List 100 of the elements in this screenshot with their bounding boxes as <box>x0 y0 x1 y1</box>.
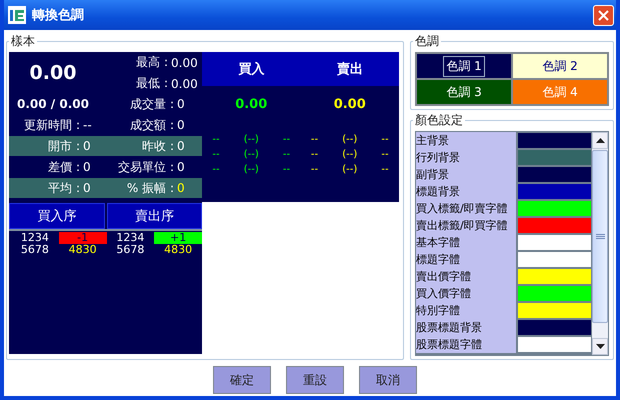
order-qty: 5678 <box>115 244 146 256</box>
group-label: 色調 <box>414 33 440 50</box>
dialog-button[interactable]: 確定 <box>213 366 271 394</box>
depth-value: -- <box>211 149 221 160</box>
color-setting-label[interactable]: 副背景 <box>416 166 516 183</box>
stat-label: 交易單位 : <box>118 158 174 176</box>
color-swatch[interactable] <box>518 167 591 182</box>
down-arrow-icon <box>596 344 604 349</box>
order-value: +1 <box>154 232 202 244</box>
scroll-thumb[interactable] <box>592 150 608 323</box>
depth-value: (--) <box>242 149 260 160</box>
color-setting-label[interactable]: 賣出標籤/即買字體 <box>416 217 516 234</box>
depth-value: -- <box>310 164 320 175</box>
depth-value: (--) <box>341 164 358 175</box>
theme-option[interactable]: 色調 2 <box>513 54 607 78</box>
color-setting-label[interactable]: 標題背景 <box>416 183 516 200</box>
side-price: 0.00 <box>234 96 268 114</box>
window-title: 轉換色調 <box>32 6 84 24</box>
depth-value: -- <box>282 164 292 175</box>
stat-label: % 振幅 : <box>126 180 174 196</box>
order-qty: 5678 <box>20 244 50 256</box>
stat-value: 0 <box>177 181 186 195</box>
color-setting-label[interactable]: 股票標題字體 <box>416 336 516 353</box>
depth-value: (--) <box>242 164 260 175</box>
grip-icon <box>596 234 604 239</box>
stat-label: 最低 : <box>136 75 168 92</box>
app-logo-icon <box>8 6 26 24</box>
stat-value: 0.00 <box>171 56 199 70</box>
order-qty: 1234 <box>20 232 50 244</box>
stat-label: 平均 : <box>48 180 80 196</box>
stat-value: 0 <box>177 160 186 174</box>
color-swatch[interactable] <box>518 184 591 199</box>
scrollbar[interactable] <box>592 132 608 355</box>
stat-label: 差價 : <box>48 158 80 176</box>
theme-option[interactable]: 色調 1 <box>417 54 511 78</box>
close-button[interactable] <box>593 4 614 26</box>
stat-value: 0 <box>83 160 92 174</box>
order-value: -1 <box>58 232 106 244</box>
last-price: 0.00 <box>28 61 78 86</box>
scroll-up-button[interactable] <box>592 132 608 149</box>
depth-value: (--) <box>242 134 260 145</box>
dialog-button[interactable]: 取消 <box>359 366 417 394</box>
color-swatch[interactable] <box>518 235 591 250</box>
stat-label: 更新時間 : <box>24 116 80 134</box>
color-swatch[interactable] <box>518 337 591 352</box>
color-setting-label[interactable]: 特別字體 <box>416 302 516 319</box>
depth-value: -- <box>310 149 320 160</box>
color-setting-label[interactable]: 賣出價字體 <box>416 268 516 285</box>
stat-value: 0.00 <box>171 76 199 90</box>
stat-value: -- <box>83 118 93 132</box>
stat-label: 開市 : <box>48 138 80 154</box>
color-swatch[interactable] <box>518 320 591 335</box>
color-swatch[interactable] <box>518 150 591 165</box>
group-label: 顏色設定 <box>414 112 464 129</box>
up-arrow-icon <box>596 138 604 143</box>
color-setting-label[interactable]: 股票標題背景 <box>416 319 516 336</box>
depth-value: -- <box>310 134 320 145</box>
color-setting-label[interactable]: 主背景 <box>416 132 516 149</box>
order-value: 4830 <box>68 244 98 256</box>
color-swatch[interactable] <box>518 133 591 148</box>
stat-label: 昨收 : <box>142 138 174 154</box>
color-swatch[interactable] <box>518 252 591 267</box>
color-setting-label[interactable]: 標題字體 <box>416 251 516 268</box>
side-title: 賣出 <box>336 60 364 79</box>
dialog-button[interactable]: 重設 <box>286 366 344 394</box>
color-setting-label[interactable]: 買入價字體 <box>416 285 516 302</box>
side-price: 0.00 <box>332 96 367 114</box>
stat-value: 0 <box>177 139 186 153</box>
color-swatch[interactable] <box>518 201 591 216</box>
color-swatch[interactable] <box>518 303 591 318</box>
side-title: 買入 <box>237 60 266 79</box>
order-qty: 1234 <box>115 232 146 244</box>
order-header-tab[interactable]: 賣出序 <box>106 203 202 229</box>
depth-value: -- <box>380 149 390 160</box>
stat-value: 0 <box>83 139 92 153</box>
color-setting-label[interactable]: 買入標籤/即賣字體 <box>416 200 516 217</box>
depth-value: -- <box>380 164 390 175</box>
stat-label: 最高 : <box>136 54 168 71</box>
color-swatch[interactable] <box>518 269 591 284</box>
color-setting-label[interactable]: 基本字體 <box>416 234 516 251</box>
depth-value: -- <box>282 134 292 145</box>
order-header-tab[interactable]: 買入序 <box>9 203 104 229</box>
depth-value: -- <box>282 149 292 160</box>
scroll-down-button[interactable] <box>592 338 608 355</box>
theme-option[interactable]: 色調 3 <box>417 80 511 104</box>
stat-label: 成交額 : <box>130 116 174 134</box>
color-swatch[interactable] <box>518 286 591 301</box>
depth-value: (--) <box>341 149 358 160</box>
stat-value: 0 <box>177 97 186 111</box>
depth-value: (--) <box>341 134 358 145</box>
stat-label: 成交量 : <box>130 96 174 112</box>
depth-value: -- <box>211 134 221 145</box>
depth-value: -- <box>211 164 221 175</box>
group-label: 樣本 <box>10 33 36 50</box>
color-swatch[interactable] <box>518 218 591 233</box>
order-value: 4830 <box>163 244 194 256</box>
close-icon <box>598 10 609 20</box>
color-setting-label[interactable]: 行列背景 <box>416 149 516 166</box>
stat-value: 0 <box>177 118 186 132</box>
stat-value: 0 <box>83 181 92 195</box>
